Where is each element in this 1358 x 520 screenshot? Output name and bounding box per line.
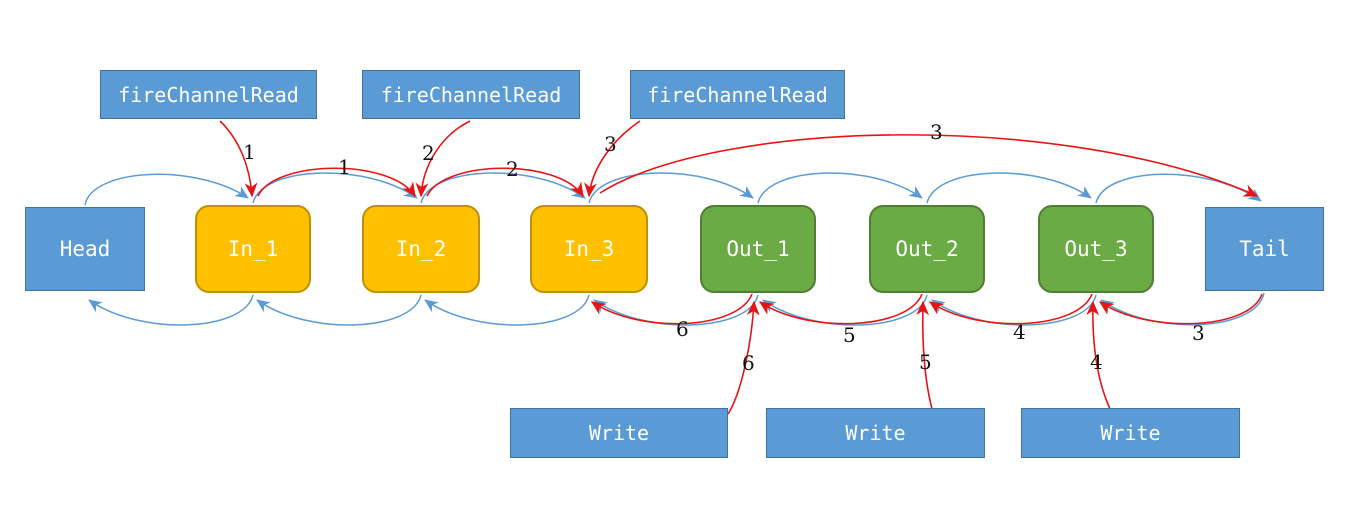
outbound-flow-edges [590, 293, 1263, 415]
trigger-label: fireChannelRead [647, 82, 828, 107]
edge-in2-to-in3-red [426, 167, 584, 198]
trigger-label: Write [588, 421, 650, 445]
pipeline-node-head[interactable]: Head [25, 207, 145, 291]
pipeline-node-out3[interactable]: Out_3 [1038, 205, 1154, 293]
trigger-label: Write [845, 421, 906, 445]
forward-link-edges [84, 172, 1262, 206]
node-label: Out_2 [895, 237, 959, 261]
node-label: Tail [1239, 237, 1290, 261]
pipeline-node-out1[interactable]: Out_1 [700, 205, 816, 293]
edge-write3-to-out3 [1086, 300, 1111, 410]
edge-tail-to-out3 [1100, 292, 1265, 326]
edge-in3-to-tail-red [599, 134, 1259, 197]
edge-fire1-to-in1 [219, 120, 258, 198]
node-label: Out_3 [1064, 237, 1128, 261]
edge-in3-to-in2 [424, 294, 590, 326]
trigger-fire-channel-read-2[interactable]: fireChannelRead [362, 70, 580, 119]
edge-head-to-in1 [84, 173, 249, 206]
edge-write1-to-out1 [727, 300, 760, 415]
edge-out3-to-tail [1095, 173, 1262, 204]
edge-in3-to-out1 [588, 172, 754, 204]
edge-in1-to-head [88, 294, 254, 326]
edge-in2-to-in3 [420, 172, 586, 204]
trigger-fire-channel-read-3[interactable]: fireChannelRead [630, 70, 845, 119]
trigger-write-3[interactable]: Write [1021, 408, 1240, 458]
edge-out3-to-out2 [931, 294, 1097, 326]
node-label: In_2 [395, 237, 447, 261]
edge-write2-to-out2 [916, 300, 933, 410]
pipeline-node-tail[interactable]: Tail [1205, 207, 1324, 291]
node-label: Head [59, 237, 111, 261]
node-label: Out_1 [726, 237, 790, 261]
pipeline-node-in3[interactable]: In_3 [530, 205, 648, 293]
node-label: In_1 [227, 237, 279, 261]
trigger-write-1[interactable]: Write [510, 408, 728, 458]
trigger-label: fireChannelRead [118, 82, 299, 107]
edge-in1-to-in2 [252, 172, 418, 204]
trigger-fire-channel-read-1[interactable]: fireChannelRead [100, 70, 317, 119]
edge-out1-to-in3 [593, 294, 759, 326]
edge-out2-to-out1 [762, 294, 928, 326]
pipeline-node-in1[interactable]: In_1 [195, 205, 311, 293]
trigger-write-2[interactable]: Write [766, 408, 985, 458]
trigger-label: Write [1100, 421, 1161, 445]
pipeline-node-in2[interactable]: In_2 [362, 205, 480, 293]
edge-in1-to-in2-red [257, 167, 416, 198]
diagram-canvas: Head In_1 In_2 In_3 Out_1 Out_2 Out_3 Ta… [0, 0, 1358, 520]
edge-out2-to-out3 [926, 172, 1092, 204]
edge-tail-to-out3-red [1098, 293, 1263, 325]
pipeline-node-out2[interactable]: Out_2 [869, 205, 985, 293]
edge-out1-to-out2 [757, 172, 923, 204]
backward-link-edges [88, 292, 1265, 326]
trigger-label: fireChannelRead [380, 82, 562, 107]
inbound-flow-edges [219, 120, 1259, 198]
edge-in2-to-in1 [256, 294, 422, 326]
edge-fire2-to-in2 [415, 120, 471, 198]
node-label: In_3 [563, 237, 615, 261]
